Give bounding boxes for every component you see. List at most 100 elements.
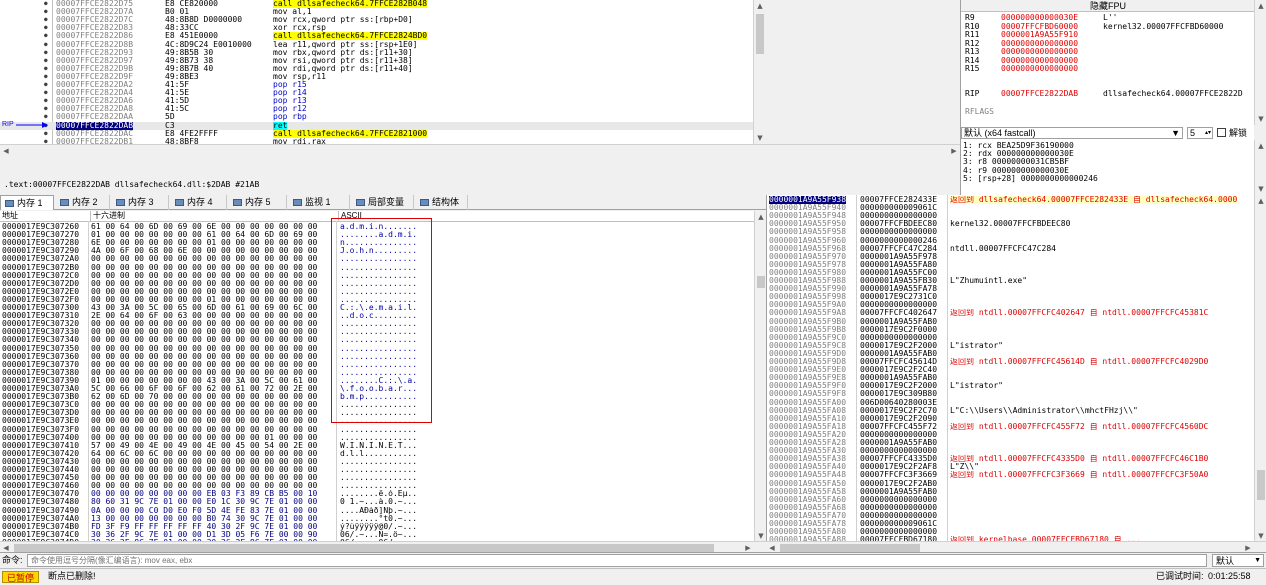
stack-row[interactable]: 0000001A9A55F968 00007FFCFC47C284 ntdll.00…: [767, 245, 1266, 253]
dump-row[interactable]: 0000017E9C307490 0A 00 00 00 C0 D0 E0 F0 …: [0, 507, 754, 515]
dump-vscroll-thumb[interactable]: [757, 276, 765, 288]
dump-row[interactable]: 0000017E9C307480 80 60 31 9C 7E 01 00 00 …: [0, 498, 754, 506]
stack-row[interactable]: 0000001A9A55F960 0000000000000246: [767, 237, 1266, 245]
stack-row[interactable]: 0000001A9A55F9D0 0000001A9A55FAB0: [767, 350, 1266, 358]
disasm-row[interactable]: ● 00007FFCE2822DA6 41:5D pop r13: [0, 97, 753, 105]
register-value[interactable]: 0000000000000000: [1001, 65, 1078, 73]
disasm-row[interactable]: ● 00007FFCE2822D75 E8 CE820000 call dllsafe…: [0, 0, 753, 8]
stack-row[interactable]: 0000001A9A55F9E0 0000017E9C2F2C40: [767, 366, 1266, 374]
hide-fpu-button[interactable]: 隐藏FPU: [961, 0, 1254, 12]
dump-row[interactable]: 0000017E9C307410 57 00 49 00 4E 00 49 00 …: [0, 442, 754, 450]
register-value[interactable]: 0000001A9A55F910: [1001, 31, 1078, 39]
tab-5[interactable]: 内存 5: [229, 195, 287, 210]
dump-col-address[interactable]: 地址: [2, 211, 86, 221]
tab-4[interactable]: 内存 4: [171, 195, 227, 210]
stack-row[interactable]: 0000001A9A55FA30 0000000000000000: [767, 447, 1266, 455]
stack-row[interactable]: 0000001A9A55F9C0 0000000000000000: [767, 334, 1266, 342]
disasm-row[interactable]: ● 00007FFCE2822D8B 4C:8D9C24 E0010000 lea r…: [0, 41, 753, 49]
tab-6[interactable]: 监视 1: [289, 195, 350, 210]
dump-row[interactable]: 0000017E9C307440 00 00 00 00 00 00 00 00 …: [0, 466, 754, 474]
breakpoint-dot-icon[interactable]: ●: [44, 57, 48, 65]
tab-3[interactable]: 内存 3: [112, 195, 169, 210]
stack-row[interactable]: 0000001A9A55F9B8 0000017E9C2F0000: [767, 326, 1266, 334]
disasm-row[interactable]: ●00007FFCE2822DABC3ret: [0, 121, 753, 130]
breakpoint-dot-icon[interactable]: ●: [44, 89, 48, 97]
stack-row[interactable]: 0000001A9A55F9A0 0000000000000000: [767, 301, 1266, 309]
stack-row[interactable]: 0000001A9A55F940 000000000009061C: [767, 204, 1266, 212]
stack-row[interactable]: 0000001A9A55F9D8 00007FFCFC45614D 返回到 ntdl…: [767, 358, 1266, 366]
disasm-row[interactable]: ● 00007FFCE2822D9F 49:8BE3 mov rsp,r11: [0, 73, 753, 81]
stack-row[interactable]: 0000001A9A55F978 0000001A9A55FA80: [767, 261, 1266, 269]
breakpoint-dot-icon[interactable]: ●: [44, 41, 48, 49]
stack-row[interactable]: 0000001A9A55F958 0000000000000000: [767, 228, 1266, 236]
dump-hscroll-thumb[interactable]: [14, 544, 714, 552]
scroll-down-icon[interactable]: ▼: [1255, 183, 1266, 195]
disasm-row[interactable]: ● 00007FFCE2822DA2 41:5F pop r15: [0, 81, 753, 89]
disasm-row[interactable]: ● 00007FFCE2822DA8 41:5C pop r12: [0, 105, 753, 113]
stack-row[interactable]: 0000001A9A55FA70 0000000000000000: [767, 512, 1266, 520]
dump-row[interactable]: 0000017E9C3074C0 30 36 2F 9C 7E 01 00 00 …: [0, 531, 754, 539]
dump-row[interactable]: 0000017E9C307470 00 00 00 00 00 00 00 00 …: [0, 490, 754, 498]
stack-row[interactable]: 0000001A9A55FA50 0000017E9C2F2AB0: [767, 480, 1266, 488]
dump-row[interactable]: 0000017E9C307460 00 00 00 00 00 00 00 00 …: [0, 482, 754, 490]
disasm-row[interactable]: ● 00007FFCE2822D7C 48:8B8D D0000000 mov rcx…: [0, 16, 753, 24]
stack-row[interactable]: 0000001A9A55F938 00007FFCE282433E 返回到 dlls…: [767, 196, 1266, 204]
stack-hscroll-thumb[interactable]: [780, 544, 920, 552]
args-vscroll[interactable]: ▲ ▼: [1254, 140, 1266, 195]
tab-1[interactable]: 内存 1: [0, 195, 54, 210]
dump-vscroll[interactable]: ▲ ▼: [754, 211, 766, 542]
breakpoint-dot-icon[interactable]: ●: [44, 16, 48, 24]
dump-row[interactable]: 0000017E9C3074A0 13 00 00 00 00 00 00 00 …: [0, 515, 754, 523]
breakpoint-dot-icon[interactable]: ●: [44, 130, 48, 138]
scroll-down-icon[interactable]: ▼: [1255, 113, 1266, 125]
unlock-checkbox[interactable]: [1217, 128, 1226, 137]
stack-row[interactable]: 0000001A9A55F9B0 0000001A9A55FAB0: [767, 318, 1266, 326]
stack-row[interactable]: 0000001A9A55F9F0 0000017E9C2F2000 L"istrat…: [767, 382, 1266, 390]
disasm-row[interactable]: ● 00007FFCE2822D86 E8 451E0000 call dllsafe…: [0, 32, 753, 41]
disasm-row[interactable]: ● 00007FFCE2822DAC E8 4FE2FFFF call dllsafe…: [0, 129, 753, 138]
scroll-up-icon[interactable]: ▲: [1255, 140, 1266, 152]
stack-pane[interactable]: 0000001A9A55F938 00007FFCE282433E 返回到 dlls…: [766, 195, 1266, 542]
callconv-select[interactable]: 默认 (x64 fastcall) ▼: [961, 127, 1183, 139]
stack-row[interactable]: 0000001A9A55F988 0000001A9A55FB30 L"Zhumui…: [767, 277, 1266, 285]
stack-row[interactable]: 0000001A9A55F950 00007FFCFBDEEC80 kernel32…: [767, 220, 1266, 228]
register-value[interactable]: 000000000000030E: [1001, 14, 1078, 22]
dump-row[interactable]: 0000017E9C307450 00 00 00 00 00 00 00 00 …: [0, 474, 754, 482]
breakpoint-dot-icon[interactable]: ●: [44, 32, 48, 40]
stack-row[interactable]: 0000001A9A55FA38 00007FFCFC4335D0 返回到 ntdl…: [767, 455, 1266, 463]
chevron-down-icon[interactable]: ▼: [1254, 555, 1261, 567]
stack-row[interactable]: 0000001A9A55F9C8 0000017E9C2F2000 L"istrat…: [767, 342, 1266, 350]
disasm-hscroll[interactable]: ◀ ▶: [0, 144, 960, 156]
breakpoint-dot-icon[interactable]: ●: [44, 81, 48, 89]
command-mode-select[interactable]: 默认 ▼: [1212, 554, 1264, 567]
arg-count-spinner[interactable]: 5 ▴▾: [1187, 127, 1213, 139]
breakpoint-dot-icon[interactable]: ●: [44, 105, 48, 113]
stack-row[interactable]: 0000001A9A55FA28 0000001A9A55FAB0: [767, 439, 1266, 447]
command-input[interactable]: [27, 554, 1207, 567]
stack-vscroll-thumb[interactable]: [1257, 470, 1265, 500]
disasm-vscroll[interactable]: ▲ ▼: [753, 0, 765, 144]
stack-row[interactable]: 0000001A9A55FA48 00007FFCFC3F3669 返回到 ntdl…: [767, 471, 1266, 479]
disassembly-pane[interactable]: ● 00007FFCE2822D75 E8 CE820000 call dllsafe…: [0, 0, 753, 144]
spinner-arrows-icon[interactable]: ▴▾: [1205, 128, 1211, 138]
stack-row[interactable]: 0000001A9A55FA68 0000000000000000: [767, 504, 1266, 512]
dump-col-hex[interactable]: 十六进制: [90, 211, 335, 221]
breakpoint-dot-icon[interactable]: ●: [44, 65, 48, 73]
stack-row[interactable]: 0000001A9A55FA00 006D00640280003E: [767, 399, 1266, 407]
dump-row[interactable]: 0000017E9C307400 00 00 00 00 00 00 00 00 …: [0, 434, 754, 442]
breakpoint-dot-icon[interactable]: ●: [44, 8, 48, 16]
disasm-row[interactable]: ● 00007FFCE2822DA4 41:5E pop r14: [0, 89, 753, 97]
dump-row[interactable]: 0000017E9C307420 64 00 6C 00 6C 00 00 00 …: [0, 450, 754, 458]
stack-row[interactable]: 0000001A9A55F970 0000001A9A55F978: [767, 253, 1266, 261]
stack-row[interactable]: 0000001A9A55F9F8 0000017E9C309B80: [767, 390, 1266, 398]
stack-row[interactable]: 0000001A9A55F9E8 0000001A9A55FAB0: [767, 374, 1266, 382]
stack-row[interactable]: 0000001A9A55FA40 0000017E9C2F2AF8 L"Z\\": [767, 463, 1266, 471]
stack-row[interactable]: 0000001A9A55F980 0000001A9A55FC00: [767, 269, 1266, 277]
memory-dump-pane[interactable]: 地址 十六进制 ASCII 0000017E9C307260 61 00 64 0…: [0, 211, 766, 542]
breakpoint-dot-icon[interactable]: ●: [44, 0, 48, 8]
registers-vscroll[interactable]: ▲ ▼: [1254, 0, 1266, 125]
register-value[interactable]: 00007FFCE2822DAB: [1001, 90, 1078, 98]
scroll-up-icon[interactable]: ▲: [1255, 0, 1266, 12]
tab-2[interactable]: 内存 2: [56, 195, 110, 210]
disasm-row[interactable]: ● 00007FFCE2822DAA 5D pop rbp: [0, 113, 753, 121]
